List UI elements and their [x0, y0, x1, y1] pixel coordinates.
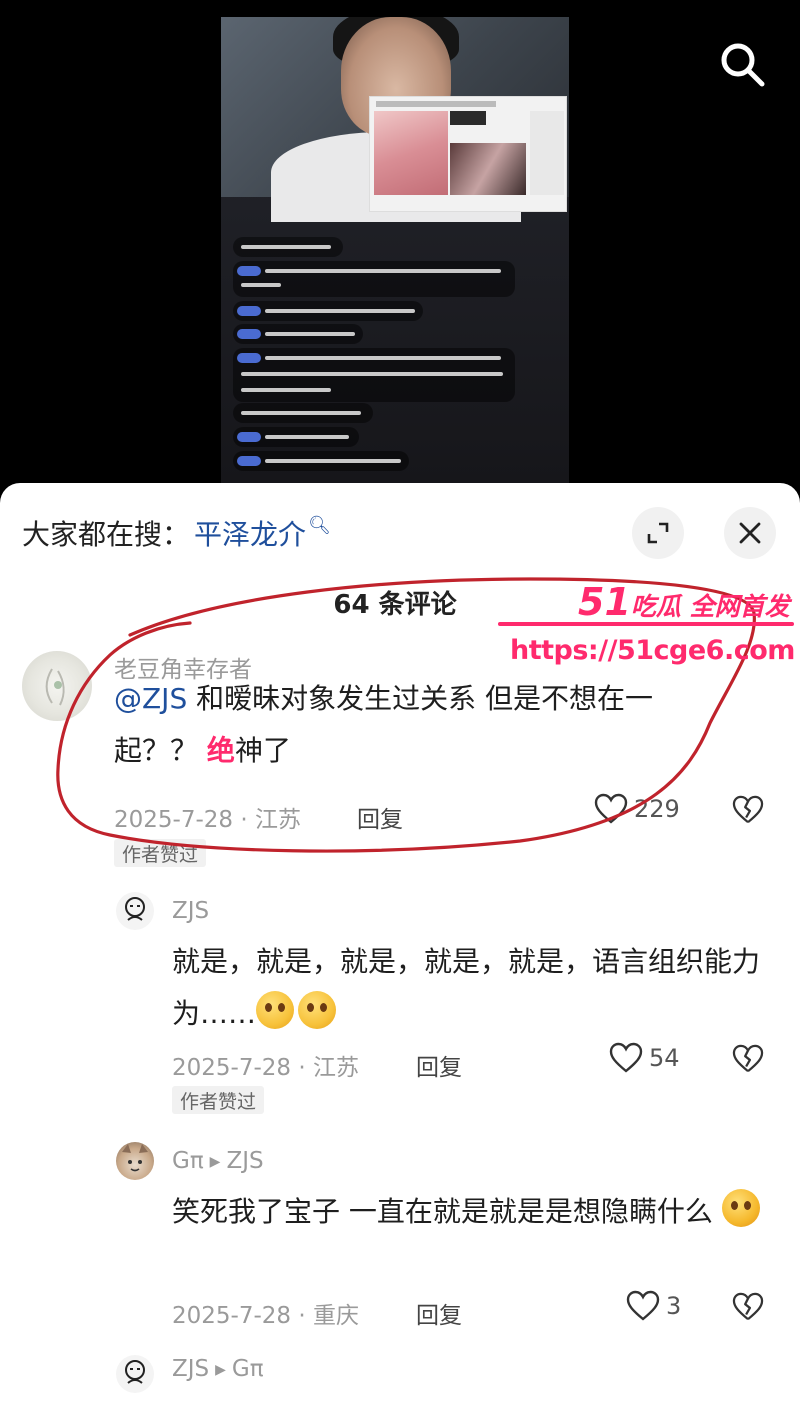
expand-icon — [647, 522, 669, 544]
broken-heart-icon — [732, 1044, 764, 1073]
reply-button[interactable]: 回复 — [357, 800, 403, 834]
comment-text: @ZJS 和暧昧对象发生过关系 但是不想在一起？？ 绝神了 — [114, 673, 724, 777]
reply-target[interactable]: Gπ — [232, 1356, 264, 1382]
watermark-brand-num: 51 — [578, 580, 631, 624]
live-chat-line — [233, 324, 363, 344]
reply-arrow-icon: ▶ — [209, 1154, 221, 1170]
live-chat-line — [233, 348, 515, 402]
reply-author[interactable]: Gπ — [172, 1148, 204, 1174]
comment-reply-item: Gπ ▶ ZJS 笑死我了宝子 一直在就是就是是想隐瞒什么 2025-7-28 · … — [0, 1138, 800, 1338]
avatar[interactable] — [22, 651, 92, 721]
reply-button[interactable]: 回复 — [416, 1296, 462, 1330]
overlay-image — [374, 111, 448, 195]
pleading-face-emoji — [298, 991, 337, 1029]
dislike-button[interactable] — [732, 795, 764, 829]
avatar[interactable] — [116, 1142, 154, 1180]
broken-heart-icon — [732, 795, 764, 824]
author-liked-badge: 作者赞过 — [114, 839, 207, 867]
comment-username: ZJS ▶ Gπ — [172, 1356, 264, 1382]
like-count: 54 — [649, 1044, 680, 1072]
comment-text-tail: 神了 — [234, 734, 291, 767]
reply-author[interactable]: ZJS — [172, 1356, 209, 1382]
like-count: 229 — [634, 795, 680, 823]
author-liked-badge: 作者赞过 — [172, 1086, 265, 1114]
comment-text: 笑死我了宝子 一直在就是就是是想隐瞒什么 — [172, 1186, 772, 1238]
close-icon — [739, 522, 761, 544]
comment-mention[interactable]: @ZJS — [114, 682, 187, 715]
screen-share-overlay — [369, 96, 567, 212]
comment-date-location: 2025-7-28 · 江苏 — [114, 807, 301, 833]
pleading-face-emoji — [256, 991, 295, 1029]
overlay-image — [530, 111, 564, 195]
comment-text: 就是，就是，就是，就是，就是，语言组织能力为…… — [172, 936, 772, 1040]
comment-reply-item: ZJS 就是，就是，就是，就是，就是，语言组织能力为…… 2025-7-28 ·… — [0, 888, 800, 1128]
avatar-sketch — [125, 897, 145, 921]
heart-icon — [609, 1042, 643, 1073]
small-search-icon: 🔍︎ — [308, 514, 331, 536]
watermark-brand-text: 吃瓜 全网首发 — [630, 592, 790, 621]
avatar-cat — [122, 1144, 148, 1172]
live-chat-line — [233, 301, 423, 321]
reply-target[interactable]: ZJS — [226, 1148, 263, 1174]
like-button[interactable]: 3 — [626, 1290, 681, 1322]
heart-icon — [626, 1290, 660, 1321]
dislike-button[interactable] — [732, 1044, 764, 1078]
comment-sheet: 大家都在搜： 平泽龙介 🔍︎ 64 条评论 老豆角幸存者 @ZJS 和暧昧对象发… — [0, 483, 800, 1407]
overlay-image — [450, 143, 526, 195]
like-button[interactable]: 229 — [594, 793, 680, 825]
reply-arrow-icon: ▶ — [215, 1362, 226, 1378]
search-button[interactable] — [716, 38, 768, 90]
live-chat-line — [233, 451, 409, 471]
live-chat-line — [233, 237, 343, 257]
comment-date-location: 2025-7-28 · 重庆 — [172, 1303, 359, 1329]
avatar-sketch — [45, 668, 65, 706]
reply-button[interactable]: 回复 — [416, 1048, 462, 1082]
dislike-button[interactable] — [732, 1292, 764, 1326]
trending-search-hint[interactable]: 大家都在搜： 平泽龙介 🔍︎ — [22, 507, 331, 559]
avatar[interactable] — [116, 892, 154, 930]
watermark-underline — [498, 622, 794, 626]
search-hint-term[interactable]: 平泽龙介 — [194, 513, 306, 553]
live-chat-line — [233, 403, 373, 423]
live-chat-line — [233, 427, 359, 447]
expand-button[interactable] — [632, 507, 684, 559]
live-stream-frame — [221, 17, 569, 487]
heart-icon — [594, 793, 628, 824]
live-chat-line — [233, 261, 515, 297]
search-hint-prefix: 大家都在搜： — [22, 518, 191, 551]
close-button[interactable] — [724, 507, 776, 559]
avatar-sketch — [125, 1360, 145, 1384]
app-screen: 大家都在搜： 平泽龙介 🔍︎ 64 条评论 老豆角幸存者 @ZJS 和暧昧对象发… — [0, 0, 800, 1407]
site-watermark: 51吃瓜 全网首发 https://51cge6.com — [498, 580, 798, 680]
search-icon — [721, 43, 765, 87]
avatar[interactable] — [116, 1355, 154, 1393]
comment-username: Gπ ▶ ZJS — [172, 1148, 264, 1174]
overlay-toolbar — [376, 101, 496, 107]
like-count: 3 — [666, 1292, 682, 1320]
comment-username[interactable]: ZJS — [172, 898, 209, 924]
broken-heart-icon — [732, 1292, 764, 1321]
overlay-image — [450, 111, 486, 125]
comment-date-location: 2025-7-28 · 江苏 — [172, 1055, 359, 1081]
rolling-laugh-emoji — [721, 1189, 760, 1227]
comment-reply-item: ZJS ▶ Gπ — [0, 1351, 800, 1407]
watermark-url: https://51cge6.com — [510, 635, 795, 666]
watermark-brand: 51吃瓜 全网首发 — [578, 580, 790, 624]
comment-text-main: 和暧昧对象发生过关系 但是不想在一起？？ — [114, 682, 654, 767]
comment-text-main: 笑死我了宝子 一直在就是就是是想隐瞒什么 — [172, 1195, 713, 1228]
like-button[interactable]: 54 — [609, 1042, 680, 1074]
comment-highlight-char: 绝 — [206, 734, 235, 767]
video-player[interactable] — [0, 0, 800, 500]
